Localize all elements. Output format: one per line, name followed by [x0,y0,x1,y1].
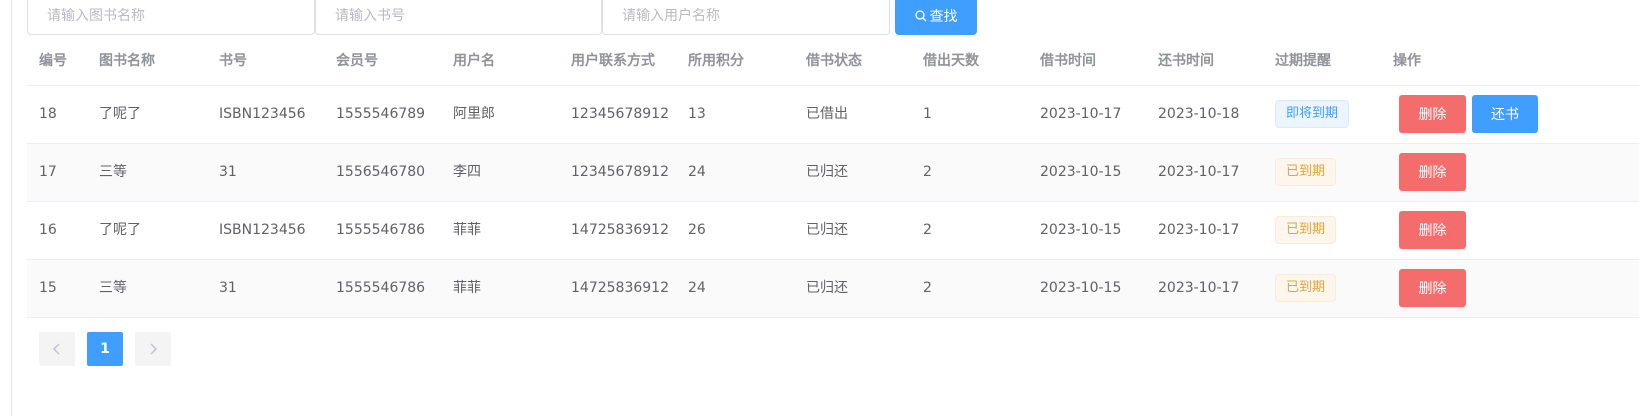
reminder-tag-expired: 已到期 [1275,274,1337,302]
page-number-current[interactable]: 1 [87,332,123,366]
cell-isbn: ISBN123456 [219,222,306,238]
table-header: 编号 图书名称 书号 会员号 用户名 用户联系方式 所用积分 借书状态 借出天数… [27,37,1639,86]
reminder-tag-due-soon: 即将到期 [1275,100,1350,128]
chevron-left-icon [52,343,60,355]
prev-page-button[interactable] [39,332,75,366]
header-return-date: 还书时间 [1158,53,1214,69]
cell-borrow-date: 2023-10-17 [1040,106,1122,122]
search-button-label: 查找 [929,9,958,25]
delete-button[interactable]: 删除 [1399,211,1466,249]
cell-days: 2 [923,164,932,180]
cell-isbn: 31 [219,164,237,180]
cell-status: 已归还 [806,164,848,180]
cell-id: 15 [39,280,57,296]
cell-status: 已归还 [806,280,848,296]
cell-points: 24 [688,280,706,296]
cell-return-date: 2023-10-17 [1158,222,1240,238]
cell-borrow-date: 2023-10-15 [1040,164,1122,180]
cell-status: 已借出 [806,106,848,122]
cell-book-name: 了呢了 [99,222,141,238]
cell-points: 26 [688,222,706,238]
cell-phone: 12345678912 [571,164,669,180]
search-icon [914,10,927,22]
cell-isbn: ISBN123456 [219,106,306,122]
header-isbn: 书号 [219,53,247,69]
header-id: 编号 [39,53,67,69]
cell-points: 24 [688,164,706,180]
table-row: 16 了呢了 ISBN123456 1555546786 菲菲 14725836… [27,202,1639,260]
cell-borrow-date: 2023-10-15 [1040,222,1122,238]
cell-username: 菲菲 [453,222,481,238]
content-left-border [11,0,12,416]
cell-username: 菲菲 [453,280,481,296]
cell-member-no: 1556546780 [336,164,426,180]
cell-borrow-date: 2023-10-15 [1040,280,1122,296]
return-book-button[interactable]: 还书 [1472,95,1538,133]
header-member-no: 会员号 [336,53,378,69]
chevron-right-icon [150,343,158,355]
cell-days: 2 [923,222,932,238]
cell-days: 1 [923,106,932,122]
cell-book-name: 三等 [99,164,127,180]
cell-member-no: 1555546786 [336,222,426,238]
book-name-search-input[interactable] [27,0,315,35]
delete-button[interactable]: 删除 [1399,269,1466,307]
cell-phone: 14725836912 [571,222,669,238]
header-points: 所用积分 [688,53,744,69]
borrow-records-table: 编号 图书名称 书号 会员号 用户名 用户联系方式 所用积分 借书状态 借出天数… [27,37,1639,318]
cell-username: 李四 [453,164,481,180]
header-phone: 用户联系方式 [571,53,655,69]
delete-button[interactable]: 删除 [1399,153,1466,191]
delete-button[interactable]: 删除 [1399,95,1466,133]
isbn-search-input[interactable] [315,0,602,35]
cell-phone: 12345678912 [571,106,669,122]
cell-member-no: 1555546786 [336,280,426,296]
cell-return-date: 2023-10-18 [1158,106,1240,122]
cell-status: 已归还 [806,222,848,238]
reminder-tag-expired: 已到期 [1275,158,1337,186]
reminder-tag-expired: 已到期 [1275,216,1337,244]
header-borrow-date: 借书时间 [1040,53,1096,69]
cell-phone: 14725836912 [571,280,669,296]
header-username: 用户名 [453,53,495,69]
search-button[interactable]: 查找 [895,0,977,35]
table-row: 18 了呢了 ISBN123456 1555546789 阿里郎 1234567… [27,86,1639,144]
header-days: 借出天数 [923,53,979,69]
table-row: 15 三等 31 1555546786 菲菲 14725836912 24 已归… [27,260,1639,318]
cell-book-name: 了呢了 [99,106,141,122]
header-actions: 操作 [1393,53,1421,69]
cell-points: 13 [688,106,706,122]
cell-book-name: 三等 [99,280,127,296]
cell-username: 阿里郎 [453,106,495,122]
cell-return-date: 2023-10-17 [1158,280,1240,296]
cell-member-no: 1555546789 [336,106,426,122]
next-page-button[interactable] [135,332,171,366]
header-status: 借书状态 [806,53,862,69]
cell-id: 18 [39,106,57,122]
cell-days: 2 [923,280,932,296]
cell-isbn: 31 [219,280,237,296]
username-search-input[interactable] [602,0,890,35]
header-book-name: 图书名称 [99,53,155,69]
cell-return-date: 2023-10-17 [1158,164,1240,180]
cell-id: 17 [39,164,57,180]
cell-id: 16 [39,222,57,238]
table-row: 17 三等 31 1556546780 李四 12345678912 24 已归… [27,144,1639,202]
header-reminder: 过期提醒 [1275,53,1331,69]
